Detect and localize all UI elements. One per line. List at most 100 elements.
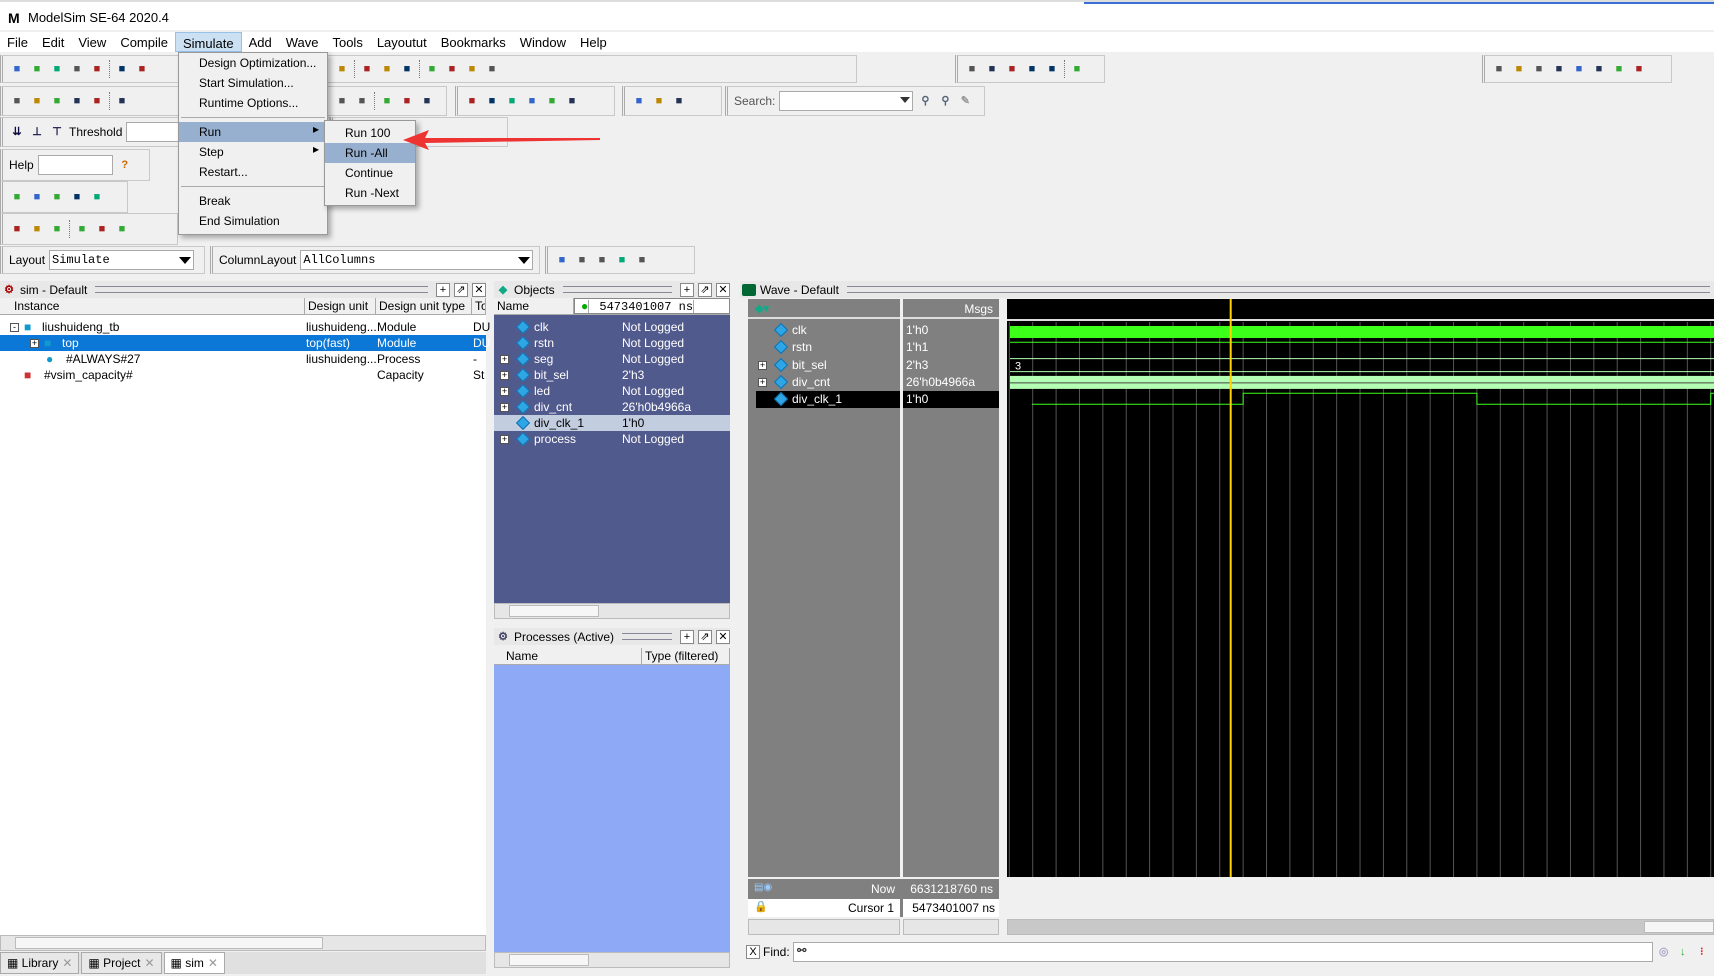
- menu-item-break[interactable]: Break: [179, 191, 327, 211]
- edge-down-icon[interactable]: ■: [1511, 61, 1527, 77]
- cursor-label[interactable]: Cursor 1: [748, 899, 900, 917]
- search-options-icon[interactable]: ✎: [957, 93, 973, 109]
- chart-icon[interactable]: ■: [379, 93, 395, 109]
- layout-select[interactable]: Simulate: [49, 250, 195, 270]
- menu-tools[interactable]: Tools: [325, 32, 369, 52]
- waveform-clk[interactable]: [1010, 326, 1714, 338]
- object-row[interactable]: clk Not Logged: [494, 319, 730, 335]
- maximize-icon[interactable]: +: [680, 629, 694, 644]
- forward-arrow-icon[interactable]: ■: [89, 93, 105, 109]
- break-x-icon[interactable]: ■: [334, 93, 350, 109]
- close-tab-icon[interactable]: ✕: [144, 956, 154, 970]
- help-search-icon[interactable]: ?: [117, 157, 133, 173]
- menu-item-restart[interactable]: Restart...: [179, 162, 327, 182]
- play-icon[interactable]: ■: [1069, 61, 1085, 77]
- pointer-icon[interactable]: ■: [964, 61, 980, 77]
- zoom-box-icon[interactable]: ■: [984, 61, 1000, 77]
- processes-type-column[interactable]: Type (filtered): [642, 648, 730, 664]
- bar-icon[interactable]: ■: [379, 61, 395, 77]
- object-row[interactable]: rstn Not Logged: [494, 335, 730, 351]
- instance-row[interactable]: ● #ALWAYS#27 liushuideng... Process -: [0, 351, 486, 367]
- remove-icon[interactable]: ■: [89, 189, 105, 205]
- drag-grip[interactable]: [622, 633, 672, 640]
- edge-icon[interactable]: ■: [1024, 61, 1040, 77]
- binoculars-icon[interactable]: ⚯: [794, 943, 810, 959]
- find-next-icon[interactable]: ⚲: [937, 93, 953, 109]
- trace-in-icon[interactable]: ■: [631, 93, 647, 109]
- chevron-down-icon[interactable]: [900, 97, 911, 108]
- menu-item-start-simulation[interactable]: Start Simulation...: [179, 73, 327, 93]
- menu-item-continue[interactable]: Continue: [325, 163, 415, 183]
- object-row[interactable]: + led Not Logged: [494, 383, 730, 399]
- expand-icon[interactable]: +: [500, 387, 509, 396]
- sim-column-design-unit[interactable]: Design unit: [305, 298, 376, 314]
- step-icon[interactable]: ■: [444, 61, 460, 77]
- close-tab-icon[interactable]: ✕: [208, 956, 218, 970]
- processes-hscrollbar[interactable]: [494, 952, 730, 968]
- chevron-down-icon[interactable]: [179, 257, 192, 270]
- waveform-div_cnt[interactable]: [1010, 375, 1714, 389]
- wave-hscrollbar[interactable]: [1007, 919, 1714, 935]
- trace-out-icon[interactable]: ■: [651, 93, 667, 109]
- threshold-down-icon[interactable]: ⇊: [9, 124, 25, 140]
- step-into-dropdown-icon[interactable]: ■: [74, 221, 90, 237]
- menu-item-design-optimization[interactable]: Design Optimization...: [179, 53, 327, 73]
- drag-grip[interactable]: [95, 286, 428, 293]
- find-down-icon[interactable]: ↓: [1675, 944, 1691, 960]
- query-icon[interactable]: ■: [29, 189, 45, 205]
- menu-compile[interactable]: Compile: [113, 32, 175, 52]
- menu-add[interactable]: Add: [242, 32, 279, 52]
- sim-hscrollbar[interactable]: [0, 935, 486, 951]
- instance-row[interactable]: ■ #vsim_capacity# Capacity St: [0, 367, 486, 383]
- sim-column-top[interactable]: Top: [472, 298, 486, 314]
- edge-up-icon[interactable]: ■: [1491, 61, 1507, 77]
- step-into-icon[interactable]: ■: [9, 221, 25, 237]
- column-layout-select[interactable]: AllColumns: [300, 250, 533, 270]
- tab-sim[interactable]: ▦ sim ✕: [163, 952, 225, 974]
- wave-signal-div_cnt[interactable]: + div_cnt: [748, 374, 900, 391]
- threshold-top-icon[interactable]: ⊤: [49, 124, 65, 140]
- step-over-dropdown-icon[interactable]: ■: [94, 221, 110, 237]
- menu-item-run[interactable]: Run: [179, 122, 327, 142]
- close-icon[interactable]: ✕: [472, 282, 486, 297]
- wave-signal-rstn[interactable]: rstn: [748, 339, 900, 356]
- menu-bookmarks[interactable]: Bookmarks: [434, 32, 513, 52]
- search-input[interactable]: [779, 91, 914, 111]
- object-row[interactable]: + div_cnt 26'h0b4966a: [494, 399, 730, 415]
- in-filter-icon[interactable]: ■: [464, 93, 480, 109]
- close-icon[interactable]: ✕: [716, 629, 730, 644]
- pan-icon[interactable]: ■: [1004, 61, 1020, 77]
- cart-icon[interactable]: ■: [69, 189, 85, 205]
- wand-icon[interactable]: ■: [564, 93, 580, 109]
- all-filter-icon[interactable]: ■: [544, 93, 560, 109]
- edge-icon[interactable]: ■: [1631, 61, 1647, 77]
- add-wave-red-icon[interactable]: ■: [574, 252, 590, 268]
- threshold-up-icon[interactable]: ⊥: [29, 124, 45, 140]
- menu-item-end-simulation[interactable]: End Simulation: [179, 211, 327, 231]
- close-tab-icon[interactable]: ✕: [62, 956, 72, 970]
- hierarchy-icon[interactable]: ■: [29, 93, 45, 109]
- objects-name-column[interactable]: Name: [494, 298, 574, 314]
- export-wave-icon[interactable]: ■: [634, 252, 650, 268]
- expand-icon[interactable]: +: [758, 377, 767, 387]
- step-over-icon[interactable]: ■: [29, 221, 45, 237]
- collapse-icon[interactable]: -: [10, 323, 19, 332]
- menu-wave[interactable]: Wave: [279, 32, 326, 52]
- object-row[interactable]: + seg Not Logged: [494, 351, 730, 367]
- save-wave-icon[interactable]: ■: [614, 252, 630, 268]
- processes-name-column[interactable]: Name: [494, 648, 642, 664]
- sim-column-instance[interactable]: Instance: [0, 298, 305, 314]
- back-arrow-icon[interactable]: ■: [69, 93, 85, 109]
- add-wave-icon[interactable]: ■: [554, 252, 570, 268]
- values-hscrollbar[interactable]: [903, 919, 999, 935]
- expand-icon[interactable]: +: [500, 371, 509, 380]
- cursor-line-icon[interactable]: ■: [359, 61, 375, 77]
- objects-hscrollbar[interactable]: [494, 603, 730, 619]
- close-find-icon[interactable]: X: [746, 945, 760, 959]
- save-icon[interactable]: ■: [49, 61, 65, 77]
- step-out-icon[interactable]: ■: [49, 221, 65, 237]
- object-row[interactable]: + bit_sel 2'h3: [494, 367, 730, 383]
- find-mode-icon[interactable]: ⁝: [1694, 944, 1710, 960]
- wave-signal-div_clk_1[interactable]: div_clk_1: [756, 391, 900, 409]
- waveform-canvas[interactable]: 5200000000 ns5600000000 ns6000000000 ns6…: [1007, 299, 1714, 877]
